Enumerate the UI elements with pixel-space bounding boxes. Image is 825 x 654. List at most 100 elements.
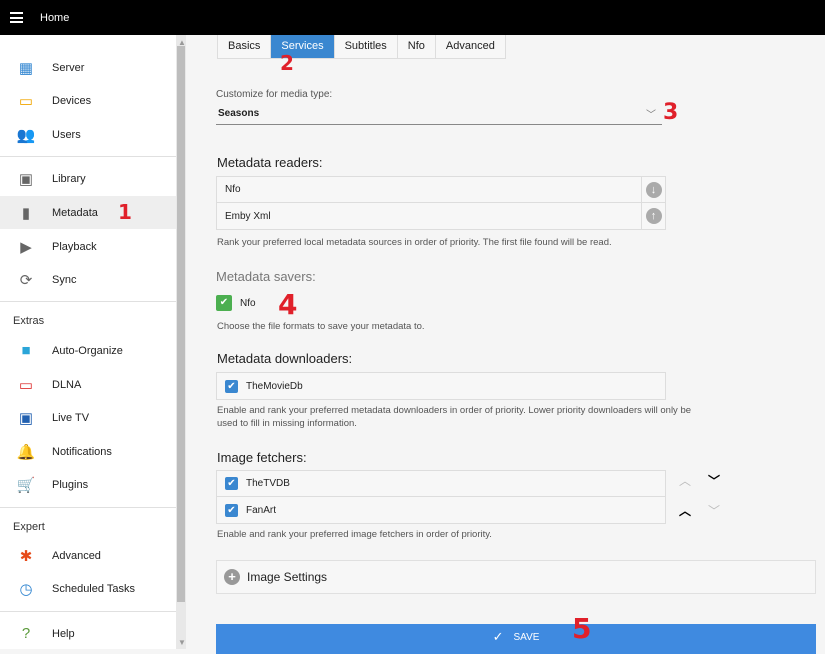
checkbox-checked-icon: ✔ (216, 295, 232, 311)
video-library-icon: ▣ (18, 170, 34, 188)
scroll-down-icon[interactable]: ▼ (178, 638, 186, 647)
move-down-button[interactable]: ↓ (641, 177, 665, 202)
sidebar-item-playback[interactable]: ▶ Playback (0, 230, 176, 263)
save-label: SAVE (513, 631, 540, 643)
sidebar-item-sync[interactable]: ⟳ Sync (0, 263, 176, 296)
fetchers-help: Enable and rank your preferred image fet… (217, 529, 492, 540)
downloaders-title: Metadata downloaders: (217, 351, 353, 366)
sidebar-item-label: Metadata (52, 206, 98, 219)
sidebar-item-server[interactable]: ▦ Server (0, 51, 176, 84)
item-label: TheTVDB (246, 478, 290, 489)
sidebar-item-devices[interactable]: ▭ Devices (0, 84, 176, 117)
top-bar: Home (0, 0, 825, 35)
sidebar-item-plugins[interactable]: 🛒 Plugins (0, 468, 176, 501)
sidebar-item-metadata[interactable]: ▮ Metadata (0, 196, 176, 229)
bell-icon: 🔔 (16, 443, 36, 461)
sidebar-item-scheduled-tasks[interactable]: ◷ Scheduled Tasks (0, 572, 176, 605)
divider (0, 611, 176, 612)
downloaders-help: Enable and rank your preferred metadata … (217, 405, 692, 429)
tablet-icon: ▭ (18, 92, 34, 110)
tab-basics[interactable]: Basics (218, 35, 272, 58)
list-item[interactable]: ✔ TheMovieDb (217, 373, 665, 399)
tv-icon: ▭ (18, 376, 34, 394)
people-icon: 👥 (16, 126, 36, 144)
list-item[interactable]: ✔ FanArt (217, 497, 665, 523)
saver-nfo-checkbox[interactable]: ✔ Nfo (216, 295, 256, 311)
sidebar-item-library[interactable]: ▣ Library (0, 162, 176, 195)
list-item[interactable]: ✔ TheTVDB (217, 471, 665, 497)
annotation-2: 2 (280, 51, 294, 75)
sidebar-item-label: Scheduled Tasks (52, 582, 135, 595)
sidebar-item-help[interactable]: ? Help (0, 617, 176, 650)
sidebar-item-notifications[interactable]: 🔔 Notifications (0, 435, 176, 468)
annotation-1: 1 (118, 200, 132, 224)
tab-nfo[interactable]: Nfo (398, 35, 436, 58)
checkbox-checked-icon[interactable]: ✔ (225, 379, 238, 393)
dashboard-icon: ▦ (18, 59, 34, 77)
chevron-up-icon[interactable]: ︿ (679, 502, 691, 519)
chevron-down-icon[interactable]: ﹀ (708, 472, 720, 489)
image-settings-expander[interactable]: + Image Settings (216, 560, 816, 594)
fetchers-title: Image fetchers: (217, 450, 307, 465)
sidebar-item-advanced[interactable]: ✱ Advanced (0, 539, 176, 572)
checkbox-checked-icon[interactable]: ✔ (225, 503, 238, 517)
item-label: Nfo (240, 297, 256, 309)
help-icon: ? (21, 625, 31, 642)
gear-icon: ✱ (19, 547, 33, 565)
sidebar-item-label: Help (52, 627, 75, 640)
readers-title: Metadata readers: (217, 155, 323, 170)
sidebar-item-dlna[interactable]: ▭ DLNA (0, 368, 176, 401)
sidebar-item-users[interactable]: 👥 Users (0, 118, 176, 151)
item-label: Nfo (225, 184, 241, 195)
sidebar-scrollbar-thumb[interactable] (177, 46, 185, 602)
sidebar-item-label: Sync (52, 273, 77, 286)
sidebar-item-label: Library (52, 172, 86, 185)
check-icon: ✓ (492, 629, 504, 644)
sidebar-item-label: Playback (52, 240, 97, 253)
play-circle-icon: ▶ (20, 238, 32, 256)
tab-subtitles[interactable]: Subtitles (335, 35, 398, 58)
tab-advanced[interactable]: Advanced (436, 35, 505, 58)
media-type-select[interactable]: Seasons ﹀ (216, 106, 662, 125)
readers-help: Rank your preferred local metadata sourc… (217, 237, 612, 248)
media-type-label: Customize for media type: (216, 89, 333, 100)
divider (0, 507, 176, 508)
save-button[interactable]: ✓ SAVE (216, 624, 816, 654)
item-label: TheMovieDb (246, 380, 303, 392)
sidebar-item-label: Notifications (52, 445, 112, 458)
item-label: Emby Xml (225, 210, 271, 222)
annotation-5: 5 (572, 612, 592, 645)
arrow-up-icon: ↑ (645, 208, 662, 224)
image-settings-label: Image Settings (247, 570, 328, 584)
live-tv-icon: ▣ (18, 409, 34, 427)
chevron-up-icon[interactable]: ︿ (679, 472, 691, 489)
tab-bar: Basics Services Subtitles Nfo Advanced (217, 35, 506, 59)
list-item[interactable]: Nfo ↓ (217, 177, 665, 203)
section-extras: Extras (13, 315, 45, 327)
readers-list: Nfo ↓ Emby Xml ↑ (216, 176, 666, 230)
divider (0, 156, 176, 157)
folder-icon: ■ (21, 342, 31, 359)
item-label: FanArt (246, 504, 277, 516)
annotation-4: 4 (278, 288, 298, 321)
savers-help: Choose the file formats to save your met… (217, 321, 425, 332)
page-title: Home (40, 12, 70, 24)
savers-title: Metadata savers: (216, 269, 316, 284)
list-item[interactable]: Emby Xml ↑ (217, 203, 665, 229)
checkbox-checked-icon[interactable]: ✔ (225, 477, 238, 490)
hamburger-icon[interactable] (10, 12, 23, 23)
plus-circle-icon: + (224, 569, 240, 585)
move-up-button[interactable]: ↑ (641, 203, 665, 229)
file-icon: ▮ (21, 204, 31, 222)
divider (0, 301, 176, 302)
sidebar-item-auto-organize[interactable]: ■ Auto-Organize (0, 334, 176, 367)
sidebar-item-label: Live TV (52, 411, 90, 424)
sidebar-item-label: Users (52, 128, 81, 141)
fetchers-list: ✔ TheTVDB ✔ FanArt (216, 470, 666, 524)
scroll-up-icon[interactable]: ▲ (178, 38, 186, 47)
sidebar-item-live-tv[interactable]: ▣ Live TV (0, 401, 176, 434)
section-expert: Expert (13, 521, 45, 533)
sidebar-item-label: Devices (52, 94, 92, 107)
clock-icon: ◷ (19, 580, 33, 598)
chevron-down-icon[interactable]: ﹀ (708, 502, 720, 519)
